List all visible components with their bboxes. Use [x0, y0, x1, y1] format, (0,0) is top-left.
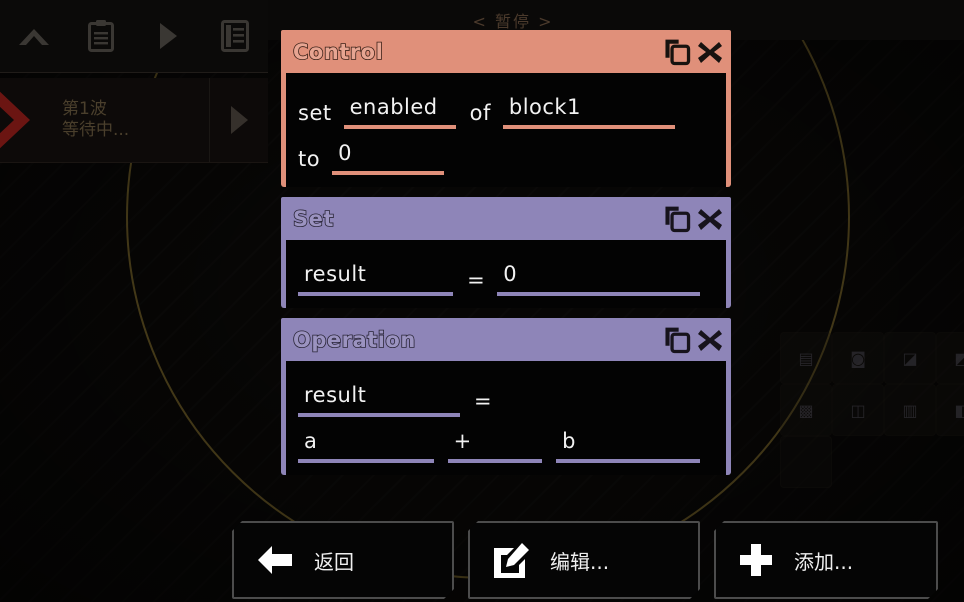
block-row: to 0: [286, 131, 726, 175]
field-property[interactable]: enabled: [343, 95, 456, 129]
token-static: =: [474, 389, 493, 413]
block-header-tools: [663, 205, 723, 233]
field-value[interactable]: 0: [497, 262, 700, 296]
wave-number: 第1波: [62, 98, 107, 119]
field-operand-b[interactable]: b: [556, 429, 700, 463]
chevron-up-icon[interactable]: [0, 0, 67, 72]
block-body: result = 0: [286, 240, 726, 308]
token-static: set: [298, 101, 332, 125]
block-header: Control: [281, 30, 731, 73]
copy-icon[interactable]: [663, 38, 691, 66]
block-header: Operation: [281, 318, 731, 361]
document-icon[interactable]: [201, 0, 268, 72]
field-variable[interactable]: result: [298, 383, 460, 417]
palette-item-glyph: ◪: [902, 348, 918, 368]
wave-panel[interactable]: 第1波 等待中...: [0, 78, 268, 163]
wave-state: 等待中...: [62, 120, 130, 140]
block-header-tools: [663, 326, 723, 354]
token-static: of: [469, 101, 491, 125]
logic-block-set[interactable]: Set result = 0: [281, 197, 731, 308]
palette-item-node[interactable]: ◫: [832, 384, 884, 436]
field-operand-a[interactable]: a: [298, 429, 434, 463]
block-row: set enabled of block1: [286, 85, 726, 129]
field-value[interactable]: 0: [332, 141, 445, 175]
top-toolbar: [0, 0, 268, 73]
block-row: a + b: [286, 419, 726, 463]
clipboard-icon[interactable]: [67, 0, 134, 72]
block-title: Operation: [289, 327, 416, 353]
chevron-right-icon: [0, 78, 42, 162]
block-title: Control: [289, 39, 383, 65]
palette-item-glyph: ◧: [954, 400, 964, 420]
token-static: =: [467, 268, 486, 292]
palette-item-glyph: ◩: [954, 348, 964, 368]
palette-item-duct[interactable]: ◩: [936, 332, 964, 384]
palette-item-empty[interactable]: [780, 436, 832, 488]
palette-item-glyph: ▤: [798, 348, 814, 368]
block-body: set enabled of block1 to 0: [286, 73, 726, 187]
logic-block-operation[interactable]: Operation result =: [281, 318, 731, 475]
logic-block-control[interactable]: Control set enabled of: [281, 30, 731, 187]
block-row: result = 0: [286, 252, 726, 296]
edit-pencil-icon: [492, 542, 530, 578]
edit-button[interactable]: 编辑...: [468, 521, 700, 599]
field-operator[interactable]: +: [447, 429, 543, 463]
plus-icon: [738, 542, 774, 578]
palette-item-glyph: ▥: [902, 400, 918, 420]
palette-item-power[interactable]: ▩: [780, 384, 832, 436]
palette-item-router[interactable]: ◙: [832, 332, 884, 384]
palette-item-glyph: ◫: [850, 400, 866, 420]
build-palette[interactable]: ▤ ◙ ◪ ◩ ▩ ◫ ▥ ◧: [780, 332, 964, 492]
block-title: Set: [289, 206, 334, 232]
palette-item-wall[interactable]: ▥: [884, 384, 936, 436]
copy-icon[interactable]: [663, 326, 691, 354]
block-header: Set: [281, 197, 731, 240]
block-body: result = a + b: [286, 361, 726, 475]
palette-item-drill[interactable]: ◪: [884, 332, 936, 384]
block-row: result =: [286, 373, 726, 417]
palette-item-turret[interactable]: ◧: [936, 384, 964, 436]
action-bar: 返回 编辑... 添加...: [232, 521, 938, 599]
block-header-tools: [663, 38, 723, 66]
edit-button-label: 编辑...: [550, 549, 610, 574]
token-static: to: [298, 147, 321, 171]
play-icon[interactable]: [134, 0, 201, 72]
arrow-left-icon: [256, 543, 294, 577]
back-button-label: 返回: [314, 549, 354, 574]
wave-play-button[interactable]: [209, 78, 268, 162]
copy-icon[interactable]: [663, 205, 691, 233]
close-icon[interactable]: [697, 206, 723, 232]
close-icon[interactable]: [697, 39, 723, 65]
back-button[interactable]: 返回: [232, 521, 454, 599]
close-icon[interactable]: [697, 327, 723, 353]
logic-block-list: Control set enabled of: [281, 30, 731, 485]
palette-item-glyph: ◙: [850, 348, 866, 368]
wave-status: 第1波 等待中...: [42, 99, 209, 141]
palette-item-glyph: ▩: [798, 400, 814, 420]
field-variable[interactable]: result: [298, 262, 454, 296]
add-button[interactable]: 添加...: [714, 521, 938, 599]
palette-item-conveyor[interactable]: ▤: [780, 332, 832, 384]
add-button-label: 添加...: [794, 549, 854, 574]
field-target[interactable]: block1: [502, 95, 675, 129]
